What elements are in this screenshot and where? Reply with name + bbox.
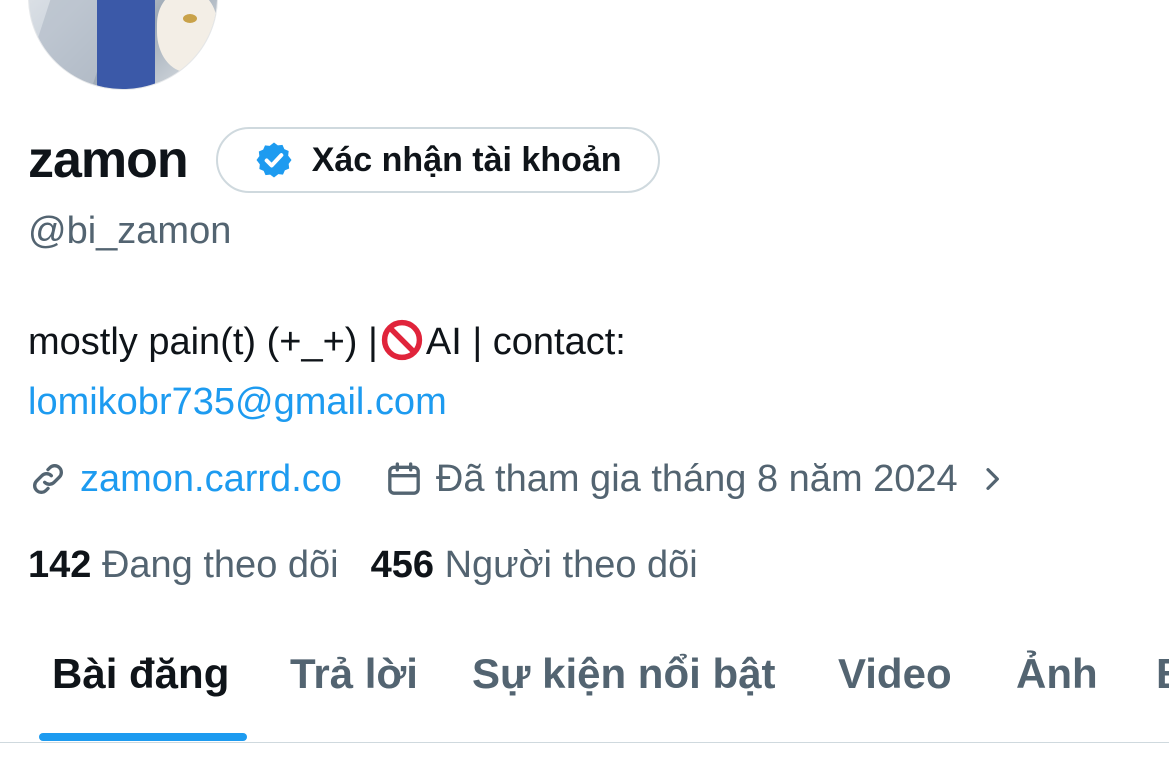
avatar-art-face	[157, 0, 217, 72]
profile-meta: zamon.carrd.co Đã tham gia tháng 8 năm 2…	[28, 454, 1008, 504]
tab-truncated[interactable]: B	[1156, 650, 1169, 698]
followers-stat[interactable]: 456 Người theo dõi	[371, 544, 698, 587]
follow-stats: 142 Đang theo dõi 456 Người theo dõi	[28, 540, 698, 590]
tab-photos[interactable]: Ảnh	[1016, 650, 1098, 698]
avatar-art-eye	[183, 14, 197, 23]
chevron-right-icon[interactable]	[976, 463, 1008, 495]
join-date: Đã tham gia tháng 8 năm 2024	[435, 457, 958, 500]
user-handle: @bi_zamon	[28, 210, 232, 252]
bio-email-link[interactable]: lomikobr735@gmail.com	[28, 381, 447, 423]
following-label: Đang theo dõi	[101, 543, 339, 586]
tab-posts[interactable]: Bài đăng	[52, 650, 229, 698]
calendar-icon	[384, 459, 424, 499]
profile-tabs: Bài đăng Trả lời Sự kiện nổi bật Video Ả…	[0, 630, 1169, 743]
followers-label: Người theo dõi	[444, 543, 698, 586]
name-row: zamon Xác nhận tài khoản	[28, 124, 660, 196]
followers-count: 456	[370, 543, 435, 586]
active-tab-indicator	[39, 733, 247, 741]
website-link[interactable]: zamon.carrd.co	[80, 458, 342, 501]
bio-ai-contact: AI | contact:	[425, 321, 626, 363]
tab-video[interactable]: Video	[838, 650, 952, 698]
bio-text: mostly pain(t) (+_+) |	[28, 321, 378, 363]
following-count: 142	[28, 543, 92, 586]
avatar-art-hair	[97, 0, 155, 89]
verified-badge-icon	[254, 140, 294, 180]
following-stat[interactable]: 142 Đang theo dõi	[28, 544, 339, 587]
tab-replies[interactable]: Trả lời	[290, 650, 418, 698]
profile-bio: mostly pain(t) (+_+) | AI | contact: lomi…	[28, 312, 1148, 432]
prohibited-icon	[380, 318, 424, 362]
verify-account-button[interactable]: Xác nhận tài khoản	[215, 127, 660, 193]
profile-avatar[interactable]	[28, 0, 218, 90]
display-name: zamon	[28, 131, 189, 189]
tab-highlights[interactable]: Sự kiện nổi bật	[472, 650, 775, 698]
link-icon	[28, 459, 68, 499]
verify-account-label: Xác nhận tài khoản	[311, 140, 622, 179]
